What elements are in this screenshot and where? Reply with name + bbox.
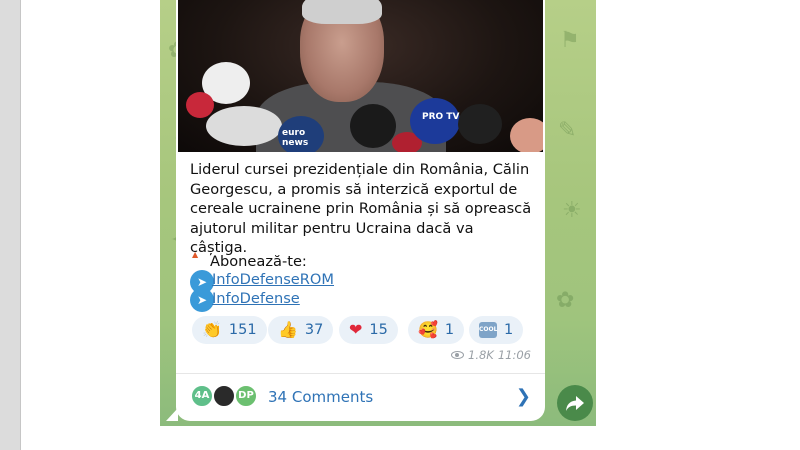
window-divider: [20, 0, 21, 450]
comments-divider: [176, 373, 545, 374]
share-arrow-icon: [566, 396, 584, 411]
reaction-thumbs-up[interactable]: 👍 37: [268, 316, 334, 344]
reaction-heart[interactable]: ❤ 15: [339, 316, 398, 344]
post-text: Liderul cursei prezidențiale din România…: [190, 161, 532, 256]
mic-dark: [350, 104, 396, 148]
link-infodefenserom[interactable]: InfoDefenseROM: [212, 271, 334, 288]
message-time: 11:06: [497, 348, 531, 362]
fire-icon: ▲: [192, 250, 199, 259]
photo-hair: [302, 0, 382, 24]
reaction-hearts-face[interactable]: 🥰 1: [408, 316, 465, 344]
smiling-face-hearts-icon: 🥰: [418, 320, 438, 339]
reaction-count: 151: [228, 322, 257, 338]
chevron-right-icon[interactable]: ❯: [516, 386, 531, 407]
reaction-count: 37: [304, 322, 324, 338]
reaction-count: 1: [444, 322, 455, 338]
mic-red: [186, 92, 214, 118]
reaction-cool[interactable]: COOL 1: [469, 316, 524, 344]
mic-black: [458, 104, 502, 144]
thumbs-up-icon: 👍: [278, 320, 298, 339]
telegram-icon: ➤: [190, 288, 214, 312]
mic-light: [206, 106, 282, 146]
view-count: 1.8K: [468, 348, 494, 362]
share-button[interactable]: [557, 385, 593, 421]
avatar: [212, 384, 236, 408]
hand-right: [510, 118, 543, 152]
bubble-tail: [166, 408, 178, 421]
link-infodefense[interactable]: InfoDefense: [212, 290, 300, 307]
reaction-count: 1: [504, 322, 514, 338]
reaction-clap[interactable]: 👏 151: [192, 316, 267, 344]
message-bubble: euro news PRO TV Liderul cursei preziden…: [176, 0, 545, 421]
eye-icon: [451, 351, 464, 359]
reaction-count: 15: [369, 322, 388, 338]
mic-label-protv: PRO TV: [422, 112, 460, 122]
subscribe-label: Abonează-te:: [210, 253, 307, 270]
avatar: 4A: [190, 384, 214, 408]
mic-label-euronews: euro news: [282, 128, 309, 148]
red-heart-icon: ❤: [349, 320, 363, 339]
avatar: DP: [234, 384, 258, 408]
cool-button-icon: COOL: [479, 322, 497, 338]
post-photo[interactable]: euro news PRO TV: [178, 0, 543, 152]
clapping-hands-icon: 👏: [202, 320, 222, 339]
window-left-edge: [0, 0, 20, 450]
message-meta: 1.8K 11:06: [451, 348, 531, 362]
comments-label[interactable]: 34 Comments: [268, 388, 373, 406]
